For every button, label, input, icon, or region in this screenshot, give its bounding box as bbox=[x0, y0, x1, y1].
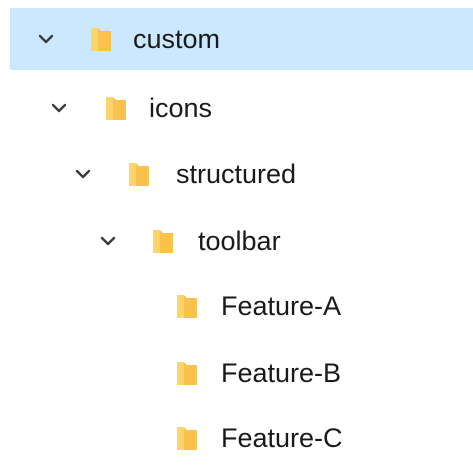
folder-icon bbox=[91, 28, 111, 51]
chevron-down-icon[interactable] bbox=[71, 162, 95, 186]
chevron-down-icon[interactable] bbox=[96, 229, 120, 253]
tree-node-label: toolbar bbox=[198, 226, 281, 256]
tree-node-icons[interactable]: icons bbox=[0, 77, 473, 139]
folder-icon bbox=[177, 427, 197, 450]
tree-node-structured[interactable]: structured bbox=[0, 143, 473, 205]
tree-node-custom[interactable]: custom bbox=[10, 8, 473, 70]
tree-node-label: icons bbox=[149, 93, 213, 123]
tree-node-label: Feature-A bbox=[221, 291, 342, 321]
tree-node-feature-a[interactable]: Feature-A bbox=[0, 275, 473, 337]
tree-node-feature-b[interactable]: Feature-B bbox=[0, 342, 473, 404]
folder-tree: custom icons structured toolbar Feature-… bbox=[0, 0, 473, 460]
folder-icon bbox=[177, 362, 197, 385]
tree-node-label: structured bbox=[176, 159, 297, 189]
folder-icon bbox=[177, 295, 197, 318]
folder-icon bbox=[153, 230, 173, 253]
folder-icon bbox=[106, 97, 126, 120]
tree-node-label: Feature-C bbox=[221, 423, 343, 453]
chevron-down-icon[interactable] bbox=[34, 27, 58, 51]
folder-icon bbox=[129, 163, 149, 186]
tree-node-label: custom bbox=[133, 24, 221, 54]
tree-node-toolbar[interactable]: toolbar bbox=[0, 210, 473, 272]
chevron-down-icon[interactable] bbox=[47, 96, 71, 120]
tree-node-label: Feature-B bbox=[221, 358, 342, 388]
